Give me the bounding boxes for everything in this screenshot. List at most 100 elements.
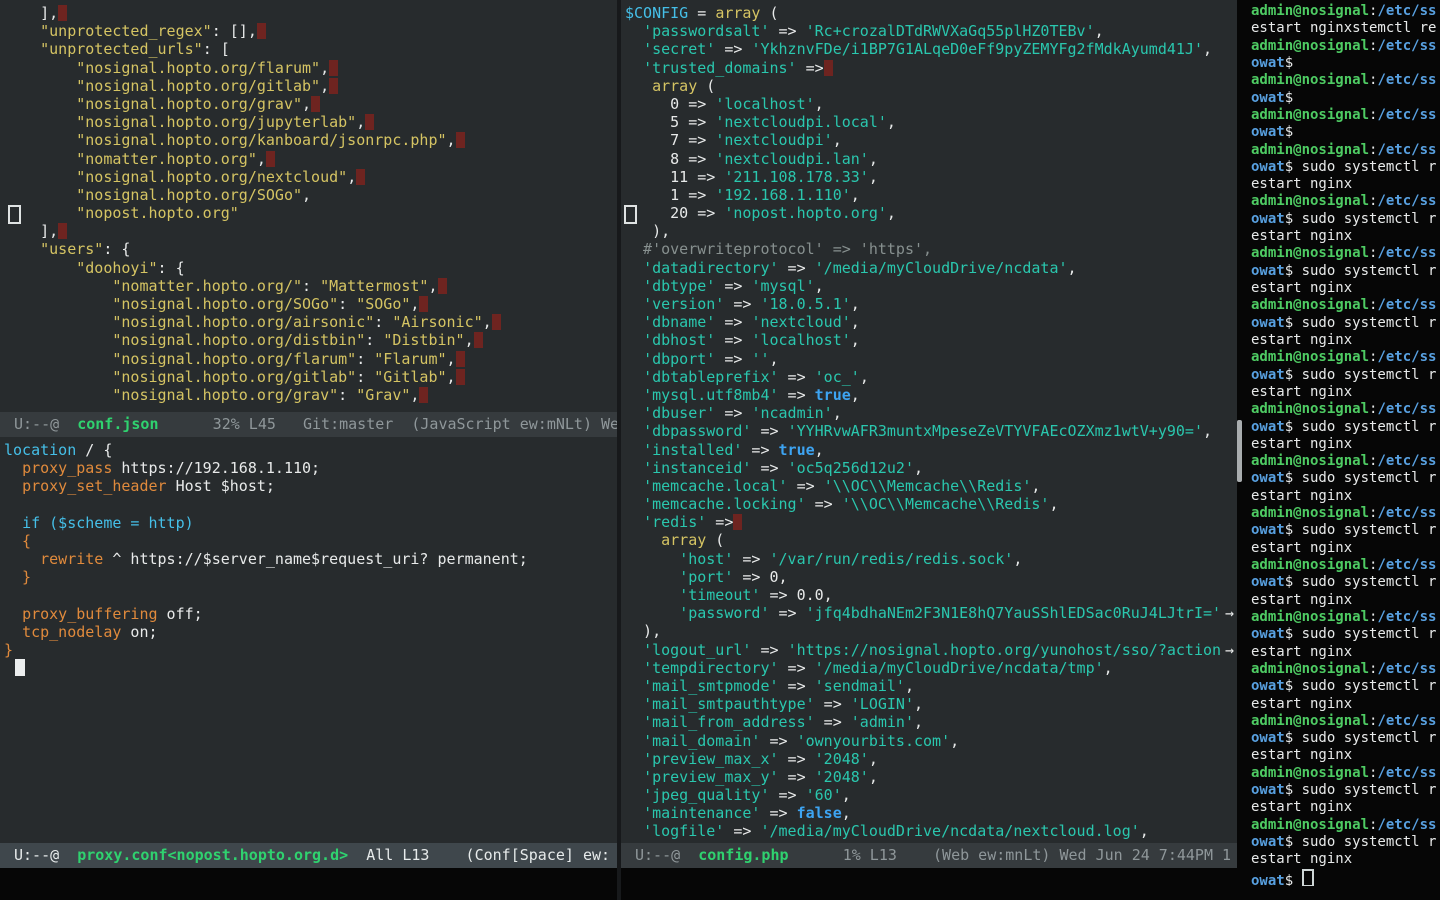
code-line: estart nginx xyxy=(1251,592,1440,609)
code-line: 'secret' => 'YkhznvFDe/i1BP7G1ALqeD0eFf9… xyxy=(625,40,1237,58)
code-line: 'dbuser' => 'ncadmin', xyxy=(625,404,1237,422)
code-line: { xyxy=(4,532,618,550)
code-line: estart nginx xyxy=(1251,644,1440,661)
proxy-conf-modeline: U:--@ proxy.conf<nopost.hopto.org.d> All… xyxy=(0,843,618,868)
config-php-modeline: U:--@ config.php 1% L13 (Web ew:mnLt) We… xyxy=(621,843,1237,868)
code-line: "nopost.hopto.org" xyxy=(4,204,618,222)
code-line: rewrite ^ https://$server_name$request_u… xyxy=(4,550,618,568)
trailing-whitespace-marker xyxy=(257,23,266,39)
trailing-whitespace-marker xyxy=(492,314,501,330)
trailing-whitespace-marker xyxy=(329,60,338,76)
code-line: estart nginx xyxy=(1251,696,1440,713)
code-line: 'maintenance' => false, xyxy=(625,804,1237,822)
fringe-indicator-square xyxy=(8,205,21,224)
code-line: owat$ sudo systemctl r xyxy=(1251,626,1440,643)
code-line: 'mysql.utf8mb4' => true, xyxy=(625,386,1237,404)
code-line: admin@nosignal:/etc/ss xyxy=(1251,765,1440,782)
code-line: 7 => 'nextcloudpi', xyxy=(625,131,1237,149)
code-line: estart nginxstemctl re xyxy=(1251,20,1440,37)
code-line: if ($scheme = http) xyxy=(4,514,618,532)
code-line: "unprotected_regex": [], xyxy=(4,22,618,40)
emacs-left-pane[interactable]: ], "unprotected_regex": [], "unprotected… xyxy=(0,0,618,900)
trailing-whitespace-marker xyxy=(733,514,742,530)
code-line: 'dbport' => '', xyxy=(625,350,1237,368)
code-line: admin@nosignal:/etc/ss xyxy=(1251,713,1440,730)
code-line xyxy=(4,587,618,605)
emacs-middle-pane[interactable]: $CONFIG = array ( 'passwordsalt' => 'Rc+… xyxy=(621,0,1237,900)
code-line: 11 => '211.108.178.33', xyxy=(625,168,1237,186)
code-line: 'datadirectory' => '/media/myCloudDrive/… xyxy=(625,259,1237,277)
code-line: "unprotected_urls": [ xyxy=(4,40,618,58)
code-line: 'dbname' => 'nextcloud', xyxy=(625,313,1237,331)
code-line: admin@nosignal:/etc/ss xyxy=(1251,557,1440,574)
trailing-whitespace-marker xyxy=(456,132,465,148)
code-line: estart nginx xyxy=(1251,332,1440,349)
code-line: #'overwriteprotocol' => 'https', xyxy=(625,240,1237,258)
code-line: proxy_set_header Host $host; xyxy=(4,477,618,495)
code-line: admin@nosignal:/etc/ss xyxy=(1251,38,1440,55)
code-line: estart nginx xyxy=(1251,436,1440,453)
code-line: owat$ sudo systemctl r xyxy=(1251,367,1440,384)
code-line: 'preview_max_x' => '2048', xyxy=(625,750,1237,768)
code-line: "nosignal.hopto.org/airsonic": "Airsonic… xyxy=(4,313,618,331)
code-line: 'passwordsalt' => 'Rc+crozalDTdRWVXaGq55… xyxy=(625,22,1237,40)
minibuffer-left xyxy=(0,868,618,900)
code-line: 'trusted_domains' => xyxy=(625,59,1237,77)
code-line: ), xyxy=(625,622,1237,640)
conf-json-window[interactable]: ], "unprotected_regex": [], "unprotected… xyxy=(0,0,618,408)
scrollbar-thumb[interactable] xyxy=(1237,420,1242,482)
code-line: location / { xyxy=(4,441,618,459)
code-line: owat$ sudo systemctl r xyxy=(1251,834,1440,851)
code-line: 'mail_smtpmode' => 'sendmail', xyxy=(625,677,1237,695)
code-line: "nosignal.hopto.org/kanboard/jsonrpc.php… xyxy=(4,131,618,149)
code-line: 'version' => '18.0.5.1', xyxy=(625,295,1237,313)
code-line: "nosignal.hopto.org/distbin": "Distbin", xyxy=(4,331,618,349)
code-line: owat$ xyxy=(1251,124,1440,141)
code-line: admin@nosignal:/etc/ss xyxy=(1251,817,1440,834)
code-line: 'password' => 'jfq4bdhaNEm2F3N1E8hQ7YauS… xyxy=(625,604,1237,622)
terminal-pane[interactable]: admin@nosignal:/etc/ssestart nginxstemct… xyxy=(1248,0,1440,900)
trailing-whitespace-marker xyxy=(58,223,67,239)
code-line: owat$ sudo systemctl r xyxy=(1251,574,1440,591)
trailing-whitespace-marker xyxy=(474,332,483,348)
minibuffer-middle xyxy=(621,868,1237,900)
code-line: owat$ sudo systemctl r xyxy=(1251,522,1440,539)
code-line: "nosignal.hopto.org/SOGo": "SOGo", xyxy=(4,295,618,313)
code-line: estart nginx xyxy=(1251,851,1440,868)
code-line: estart nginx xyxy=(1251,228,1440,245)
code-line: "nosignal.hopto.org/grav": "Grav", xyxy=(4,386,618,404)
code-line: array ( xyxy=(625,531,1237,549)
code-line: "nosignal.hopto.org/grav", xyxy=(4,95,618,113)
screen: ], "unprotected_regex": [], "unprotected… xyxy=(0,0,1440,900)
code-line: owat$ sudo systemctl r xyxy=(1251,470,1440,487)
config-php-window[interactable]: $CONFIG = array ( 'passwordsalt' => 'Rc+… xyxy=(621,0,1237,843)
code-line: 'mail_from_address' => 'admin', xyxy=(625,713,1237,731)
code-line: } xyxy=(4,568,618,586)
trailing-whitespace-marker xyxy=(456,351,465,367)
code-line: "doohoyi": { xyxy=(4,259,618,277)
code-line: 'dbtableprefix' => 'oc_', xyxy=(625,368,1237,386)
code-line: "nomatter.hopto.org", xyxy=(4,150,618,168)
code-line xyxy=(4,496,618,514)
code-line: admin@nosignal:/etc/ss xyxy=(1251,349,1440,366)
code-line: 0 => 'localhost', xyxy=(625,95,1237,113)
code-line: admin@nosignal:/etc/ss xyxy=(1251,72,1440,89)
proxy-conf-window[interactable]: location / { proxy_pass https://192.168.… xyxy=(0,437,618,841)
code-line: ], xyxy=(4,222,618,240)
code-line: 'preview_max_y' => '2048', xyxy=(625,768,1237,786)
terminal-output: admin@nosignal:/etc/ssestart nginxstemct… xyxy=(1251,3,1440,886)
trailing-whitespace-marker xyxy=(329,78,338,94)
code-line: owat$ sudo systemctl r xyxy=(1251,782,1440,799)
code-line: 'host' => '/var/run/redis/redis.sock', xyxy=(625,550,1237,568)
trailing-whitespace-marker xyxy=(419,387,428,403)
code-line: admin@nosignal:/etc/ss xyxy=(1251,142,1440,159)
trailing-whitespace-marker xyxy=(824,60,833,76)
code-line: 'logout_url' => 'https://nosignal.hopto.… xyxy=(625,641,1237,659)
code-line: 'jpeg_quality' => '60', xyxy=(625,786,1237,804)
code-line: admin@nosignal:/etc/ss xyxy=(1251,107,1440,124)
code-line: $CONFIG = array ( xyxy=(625,4,1237,22)
code-line: owat$ sudo systemctl r xyxy=(1251,419,1440,436)
code-line: 'mail_smtpauthtype' => 'LOGIN', xyxy=(625,695,1237,713)
code-line: "nosignal.hopto.org/gitlab": "Gitlab", xyxy=(4,368,618,386)
code-line: 8 => 'nextcloudpi.lan', xyxy=(625,150,1237,168)
